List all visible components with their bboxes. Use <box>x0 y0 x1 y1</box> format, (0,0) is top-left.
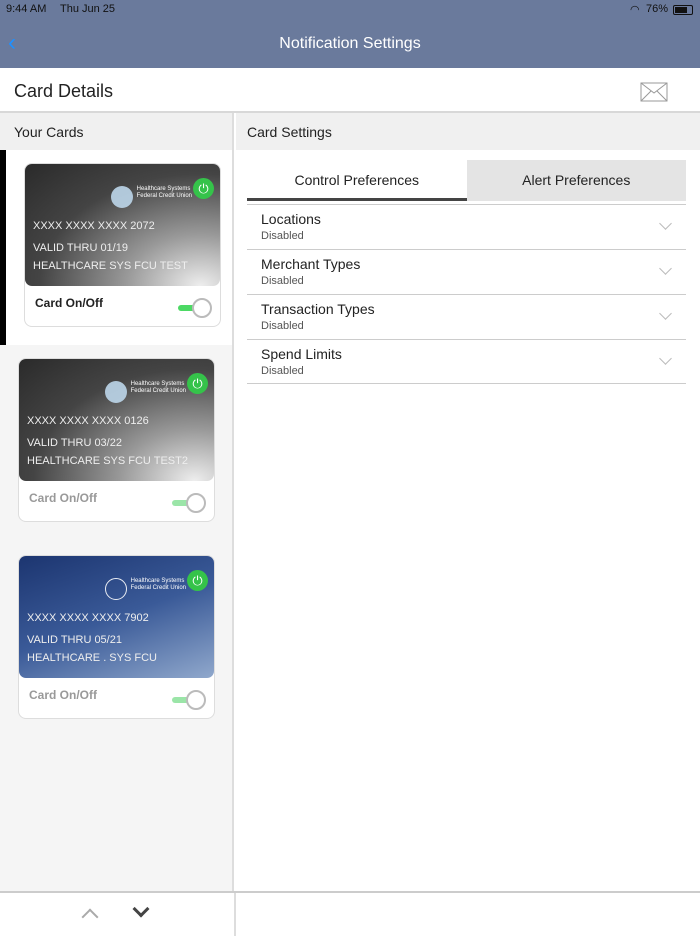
selection-indicator <box>0 150 6 345</box>
status-bar: 9:44 AM Thu Jun 25 ◠ 76% <box>0 0 700 20</box>
tab-control-preferences[interactable]: Control Preferences <box>247 160 467 201</box>
power-icon[interactable]: ⏻ <box>193 178 214 199</box>
card-number: XXXX XXXX XXXX 7902 <box>27 612 149 624</box>
credit-union-logo: Healthcare Systems Federal Credit Union <box>104 578 186 600</box>
status-time: 9:44 AM <box>6 3 47 15</box>
card-image[interactable]: Healthcare Systems Federal Credit Union ⏻… <box>19 556 214 678</box>
divider <box>234 893 236 936</box>
battery-icon <box>673 5 693 15</box>
page-title: Card Details <box>14 81 114 101</box>
credit-union-logo: Healthcare Systems Federal Credit Union <box>104 381 186 403</box>
pref-status: Disabled <box>261 365 304 377</box>
card-valid-thru: VALID THRU 03/22 <box>27 437 122 449</box>
pref-row-spend-limits[interactable]: Spend Limits Disabled <box>247 339 686 384</box>
card-holder-name: HEALTHCARE . SYS FCU <box>27 652 157 664</box>
card-toggle-label: Card On/Off <box>29 688 97 702</box>
pref-row-merchant-types[interactable]: Merchant Types Disabled <box>247 249 686 294</box>
your-cards-panel: Your Cards Healthcare Systems Federal Cre… <box>0 113 234 891</box>
nav-bar: ‹ Notification Settings <box>0 20 700 68</box>
card-image[interactable]: Healthcare Systems Federal Credit Union ⏻… <box>19 359 214 481</box>
pref-name: Merchant Types <box>261 256 361 272</box>
chevron-down-icon[interactable] <box>132 900 150 918</box>
card-valid-thru: VALID THRU 05/21 <box>27 634 122 646</box>
power-icon[interactable]: ⏻ <box>187 570 208 591</box>
mail-icon[interactable] <box>640 82 668 102</box>
pref-row-transaction-types[interactable]: Transaction Types Disabled <box>247 294 686 339</box>
pref-status: Disabled <box>261 275 304 287</box>
preferences-tabs: Control Preferences Alert Preferences <box>247 160 686 201</box>
card-details-bar: Card Details <box>0 68 700 113</box>
card-toggle-label: Card On/Off <box>35 296 103 310</box>
status-date: Thu Jun 25 <box>60 3 116 15</box>
card-item[interactable]: Healthcare Systems Federal Credit Union ⏻… <box>18 358 215 522</box>
card-valid-thru: VALID THRU 01/19 <box>33 242 128 254</box>
pref-name: Transaction Types <box>261 301 375 317</box>
card-settings-panel: Card Settings Control Preferences Alert … <box>236 113 700 891</box>
card-item[interactable]: Healthcare Systems Federal Credit Union ⏻… <box>24 163 221 327</box>
card-image[interactable]: Healthcare Systems Federal Credit Union ⏻… <box>25 164 220 286</box>
pref-row-locations[interactable]: Locations Disabled <box>247 204 686 249</box>
card-on-off-toggle[interactable] <box>172 493 206 513</box>
tab-alert-preferences[interactable]: Alert Preferences <box>466 160 686 201</box>
pref-status: Disabled <box>261 320 304 332</box>
your-cards-header: Your Cards <box>0 113 232 150</box>
card-on-off-toggle[interactable] <box>172 690 206 710</box>
card-on-off-toggle[interactable] <box>178 298 212 318</box>
chevron-up-icon[interactable] <box>81 908 99 926</box>
card-number: XXXX XXXX XXXX 0126 <box>27 415 149 427</box>
card-holder-name: HEALTHCARE SYS FCU TEST <box>33 260 188 272</box>
card-number: XXXX XXXX XXXX 2072 <box>33 220 155 232</box>
pref-name: Locations <box>261 211 321 227</box>
card-holder-name: HEALTHCARE SYS FCU TEST2 <box>27 455 188 467</box>
battery-percent: 76% <box>646 3 669 15</box>
bottom-toolbar <box>0 891 700 936</box>
pref-name: Spend Limits <box>261 346 342 362</box>
nav-title: Notification Settings <box>279 35 421 52</box>
credit-union-logo: Healthcare Systems Federal Credit Union <box>110 186 192 208</box>
card-settings-header: Card Settings <box>236 113 700 150</box>
wifi-icon: ◠ <box>630 4 640 16</box>
card-toggle-label: Card On/Off <box>29 491 97 505</box>
pref-status: Disabled <box>261 230 304 242</box>
power-icon[interactable]: ⏻ <box>187 373 208 394</box>
card-item[interactable]: Healthcare Systems Federal Credit Union ⏻… <box>18 555 215 719</box>
